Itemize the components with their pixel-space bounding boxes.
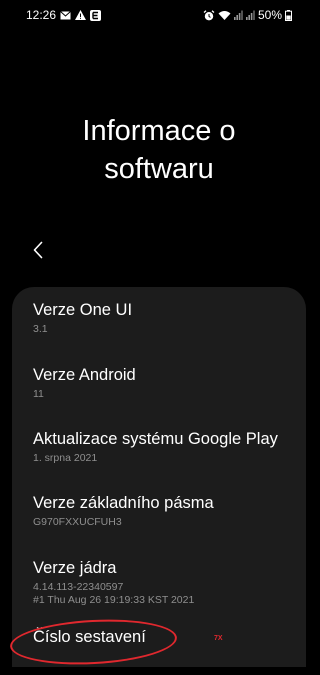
list-item-one-ui-version[interactable]: Verze One UI 3.1 bbox=[33, 300, 294, 336]
item-title: Verze Android bbox=[33, 366, 136, 384]
list-item-kernel-version[interactable]: Verze jádra 4.14.113-22340597 #1 Thu Aug… bbox=[33, 558, 294, 607]
list-item-baseband-version[interactable]: Verze základního pásma G970FXXUCFUH3 bbox=[33, 493, 294, 529]
status-bar: 12:26 50% bbox=[0, 0, 318, 30]
wifi-icon bbox=[218, 10, 231, 20]
item-value: 1. srpna 2021 bbox=[33, 452, 98, 464]
list-item-google-play-update[interactable]: Aktualizace systému Google Play 1. srpna… bbox=[33, 429, 294, 465]
list-item-build-number[interactable]: Číslo sestavení bbox=[33, 627, 294, 648]
item-title: Aktualizace systému Google Play bbox=[33, 430, 278, 448]
list-item-android-version[interactable]: Verze Android 11 bbox=[33, 365, 294, 401]
item-value: 4.14.113-22340597 bbox=[33, 581, 124, 593]
e-icon bbox=[90, 9, 102, 21]
back-button[interactable] bbox=[26, 240, 50, 264]
item-title: Verze One UI bbox=[33, 301, 133, 319]
item-title: Číslo sestavení bbox=[33, 628, 146, 646]
status-time: 12:26 bbox=[26, 8, 57, 22]
signal-icon bbox=[233, 10, 243, 20]
page-title: Informace o softwaru bbox=[82, 115, 236, 185]
chevron-left-icon bbox=[32, 241, 44, 264]
alarm-icon bbox=[203, 9, 215, 21]
status-left: 12:26 bbox=[26, 8, 102, 22]
warning-icon bbox=[75, 10, 87, 20]
item-value: 3.1 bbox=[33, 323, 48, 335]
item-value-secondary: #1 Thu Aug 26 19:19:33 KST 2021 bbox=[33, 594, 195, 606]
battery-icon bbox=[285, 9, 292, 21]
item-title: Verze jádra bbox=[33, 559, 117, 577]
navigation-bar bbox=[0, 667, 318, 675]
signal-icon-2 bbox=[245, 10, 255, 20]
battery-percent: 50% bbox=[257, 8, 282, 22]
software-info-list: Verze One UI 3.1 Verze Android 11 Aktual… bbox=[12, 287, 306, 675]
item-title: Verze základního pásma bbox=[33, 494, 214, 512]
item-value: 11 bbox=[33, 388, 44, 400]
mail-icon bbox=[60, 10, 71, 20]
status-right: 50% bbox=[203, 8, 292, 22]
item-value: G970FXXUCFUH3 bbox=[33, 516, 122, 528]
tap-count-annotation: 7X bbox=[214, 635, 223, 642]
